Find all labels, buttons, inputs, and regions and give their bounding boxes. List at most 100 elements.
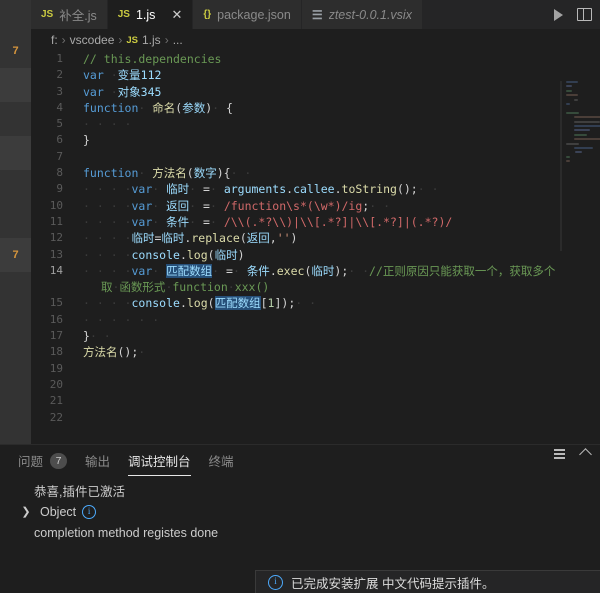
breadcrumb-part-symbols[interactable]: ... bbox=[173, 33, 183, 47]
panel-tab-0[interactable]: 问题 7 bbox=[18, 445, 68, 476]
line-number: 5 bbox=[56, 117, 63, 131]
collapse-panel-icon[interactable] bbox=[579, 447, 592, 461]
breadcrumb-part-folder[interactable]: vscodee bbox=[70, 33, 115, 47]
code-line[interactable]: 17}· · bbox=[31, 328, 556, 344]
activity-item-scm[interactable] bbox=[0, 102, 31, 136]
tab-package-json[interactable]: {} package.json bbox=[193, 0, 302, 29]
code-line-content[interactable] bbox=[75, 410, 556, 426]
code-line[interactable]: 1 // this.dependencies bbox=[31, 51, 556, 67]
code-line[interactable]: 21 bbox=[31, 393, 556, 409]
js-file-icon: JS bbox=[41, 9, 54, 20]
close-icon[interactable]: ✕ bbox=[171, 8, 182, 21]
activity-item-explorer[interactable] bbox=[0, 0, 31, 34]
code-line[interactable]: 20 bbox=[31, 377, 556, 393]
panel-tab-1[interactable]: 输出 bbox=[85, 445, 110, 476]
code-line-content[interactable]: 方法名();· bbox=[75, 344, 556, 360]
code-line[interactable]: 4 function· 命名(参数)· { bbox=[31, 100, 556, 116]
minimap-line bbox=[566, 103, 570, 105]
code-line[interactable]: 3 var ·对象345 bbox=[31, 84, 556, 100]
chevron-right-icon[interactable]: ❯ bbox=[18, 505, 34, 518]
code-line-content[interactable]: } bbox=[75, 132, 556, 148]
code-line[interactable]: 16 · · · · · · bbox=[31, 312, 556, 328]
minimap-slider[interactable] bbox=[560, 81, 562, 251]
code-line-content[interactable] bbox=[75, 149, 556, 165]
code-line-content[interactable]: · · · · bbox=[75, 116, 556, 132]
code-line-content[interactable]: function· 方法名(数字){· · bbox=[75, 165, 556, 181]
code-line[interactable]: 22 bbox=[31, 410, 556, 426]
run-icon[interactable] bbox=[551, 8, 565, 22]
code-line[interactable]: 5 · · · · bbox=[31, 116, 556, 132]
console-line[interactable]: completion method registes done bbox=[18, 522, 600, 543]
panel-actions[interactable] bbox=[554, 447, 600, 461]
code-line-content[interactable]: function· 命名(参数)· { bbox=[75, 100, 556, 116]
activity-item-extensions[interactable] bbox=[0, 170, 31, 204]
code-line[interactable]: 15 · · · ·console.log(匹配数组[1]);· · bbox=[31, 295, 556, 311]
code-line[interactable]: 14 · · · ·var· 匹配数组· =· 条件.exec(临时);· ·//… bbox=[31, 263, 556, 279]
code-line-content[interactable] bbox=[75, 393, 556, 409]
code-line[interactable]: 2 var ·变量112 bbox=[31, 67, 556, 83]
activity-item-debug[interactable] bbox=[0, 136, 31, 170]
editor-actions[interactable] bbox=[551, 0, 600, 29]
editor-tab-bar[interactable]: JS 补全.js JS 1.js ✕ {} package.json ☰ zte… bbox=[31, 0, 600, 29]
code-editor[interactable]: 1 // this.dependencies 2 var ·变量112 3 var ·对象… bbox=[31, 51, 556, 444]
minimap-line bbox=[573, 120, 600, 123]
breadcrumb-part-file[interactable]: 1.js bbox=[142, 33, 161, 47]
code-line-content[interactable]: }· · bbox=[75, 328, 556, 344]
code-line[interactable]: 11 · · · ·var· 条件· =· /\\(.*?\\)|\\[.*?]|… bbox=[31, 214, 556, 230]
tab-label: 1.js bbox=[135, 7, 156, 22]
console-line[interactable]: ❯ Object i bbox=[18, 501, 600, 522]
line-number: 22 bbox=[49, 410, 63, 424]
tab-1-js[interactable]: JS 1.js ✕ bbox=[107, 0, 194, 29]
tab-ztest-vsix[interactable]: ☰ ztest-0.0.1.vsix bbox=[301, 0, 423, 29]
code-line-content[interactable]: // this.dependencies bbox=[75, 51, 556, 67]
split-editor-icon[interactable] bbox=[577, 8, 592, 21]
code-line-content[interactable] bbox=[75, 361, 556, 377]
minimap[interactable] bbox=[556, 51, 600, 444]
activity-item-search[interactable] bbox=[0, 68, 31, 102]
code-line-content[interactable]: var ·变量112 bbox=[75, 67, 556, 83]
activity-item-secondary-problems[interactable]: 7 bbox=[0, 238, 31, 272]
minimap-line bbox=[573, 98, 579, 101]
line-number: 3 bbox=[56, 84, 63, 98]
code-line[interactable]: 12 · · · ·临时=临时.replace(返回,'') bbox=[31, 230, 556, 246]
clear-console-icon[interactable] bbox=[554, 449, 567, 459]
code-line-content[interactable]: 取·函数形式·function·xxx() bbox=[75, 279, 556, 295]
code-line-content[interactable]: var ·对象345 bbox=[75, 84, 556, 100]
code-line[interactable]: 19 bbox=[31, 361, 556, 377]
activity-item-problems[interactable]: 7 bbox=[0, 34, 31, 68]
minimap-line bbox=[573, 133, 588, 136]
panel-tab-label: 问题 bbox=[18, 455, 44, 469]
info-icon[interactable]: i bbox=[82, 504, 97, 519]
code-line[interactable]: 6} bbox=[31, 132, 556, 148]
code-line-content[interactable]: · · · ·var· 条件· =· /\\(.*?\\)|\\[.*?]|\\… bbox=[75, 214, 556, 230]
code-line[interactable]: 13 · · · ·console.log(临时) bbox=[31, 247, 556, 263]
activity-bar[interactable]: 7 7 bbox=[0, 0, 31, 444]
code-line[interactable]: 10 · · · ·var· 返回· =· /function\s*(\w*)/i… bbox=[31, 198, 556, 214]
vscode-window: 7 7 JS 补全.js JS 1.js ✕ {} package.json ☰… bbox=[0, 0, 600, 593]
console-line[interactable]: 恭喜,插件已激活 bbox=[18, 480, 600, 501]
code-line-content[interactable]: · · · ·console.log(临时) bbox=[75, 247, 556, 263]
code-line[interactable]: 18 方法名();· bbox=[31, 344, 556, 360]
panel-tab-3[interactable]: 终端 bbox=[209, 445, 234, 476]
line-number: 18 bbox=[49, 345, 63, 359]
code-line-content[interactable]: · · · · · · bbox=[75, 312, 556, 328]
panel-tab-bar[interactable]: 问题 7 输出 调试控制台 终端 bbox=[0, 445, 600, 476]
editor-area[interactable]: 1 // this.dependencies 2 var ·变量112 3 var ·对象… bbox=[31, 51, 600, 444]
code-line[interactable]: 8 function· 方法名(数字){· · bbox=[31, 165, 556, 181]
code-line[interactable]: 9 · · · ·var· 临时· =· arguments.callee.toS… bbox=[31, 181, 556, 197]
code-line[interactable]: 7 bbox=[31, 149, 556, 165]
notification-toast[interactable]: i 已完成安装扩展 中文代码提示插件。 bbox=[255, 570, 600, 593]
code-line-content[interactable]: · · · ·var· 临时· =· arguments.callee.toSt… bbox=[75, 181, 556, 197]
code-line-content[interactable]: · · · ·临时=临时.replace(返回,'') bbox=[75, 230, 556, 246]
minimap-line bbox=[566, 85, 573, 88]
code-line-content[interactable]: · · · ·console.log(匹配数组[1]);· · bbox=[75, 295, 556, 311]
code-line[interactable]: 取·函数形式·function·xxx() bbox=[31, 279, 556, 295]
breadcrumb[interactable]: f: › vscodee › JS 1.js › ... bbox=[31, 29, 600, 51]
code-line-content[interactable]: · · · ·var· 返回· =· /function\s*(\w*)/ig;… bbox=[75, 198, 556, 214]
panel-tab-2[interactable]: 调试控制台 bbox=[128, 445, 191, 476]
code-line-content[interactable]: · · · ·var· 匹配数组· =· 条件.exec(临时);· ·//正则… bbox=[75, 263, 556, 279]
breadcrumb-part-root[interactable]: f: bbox=[51, 33, 58, 47]
line-number: 12 bbox=[49, 231, 63, 245]
tab-bu-quan-js[interactable]: JS 补全.js bbox=[31, 0, 108, 29]
code-line-content[interactable] bbox=[75, 377, 556, 393]
